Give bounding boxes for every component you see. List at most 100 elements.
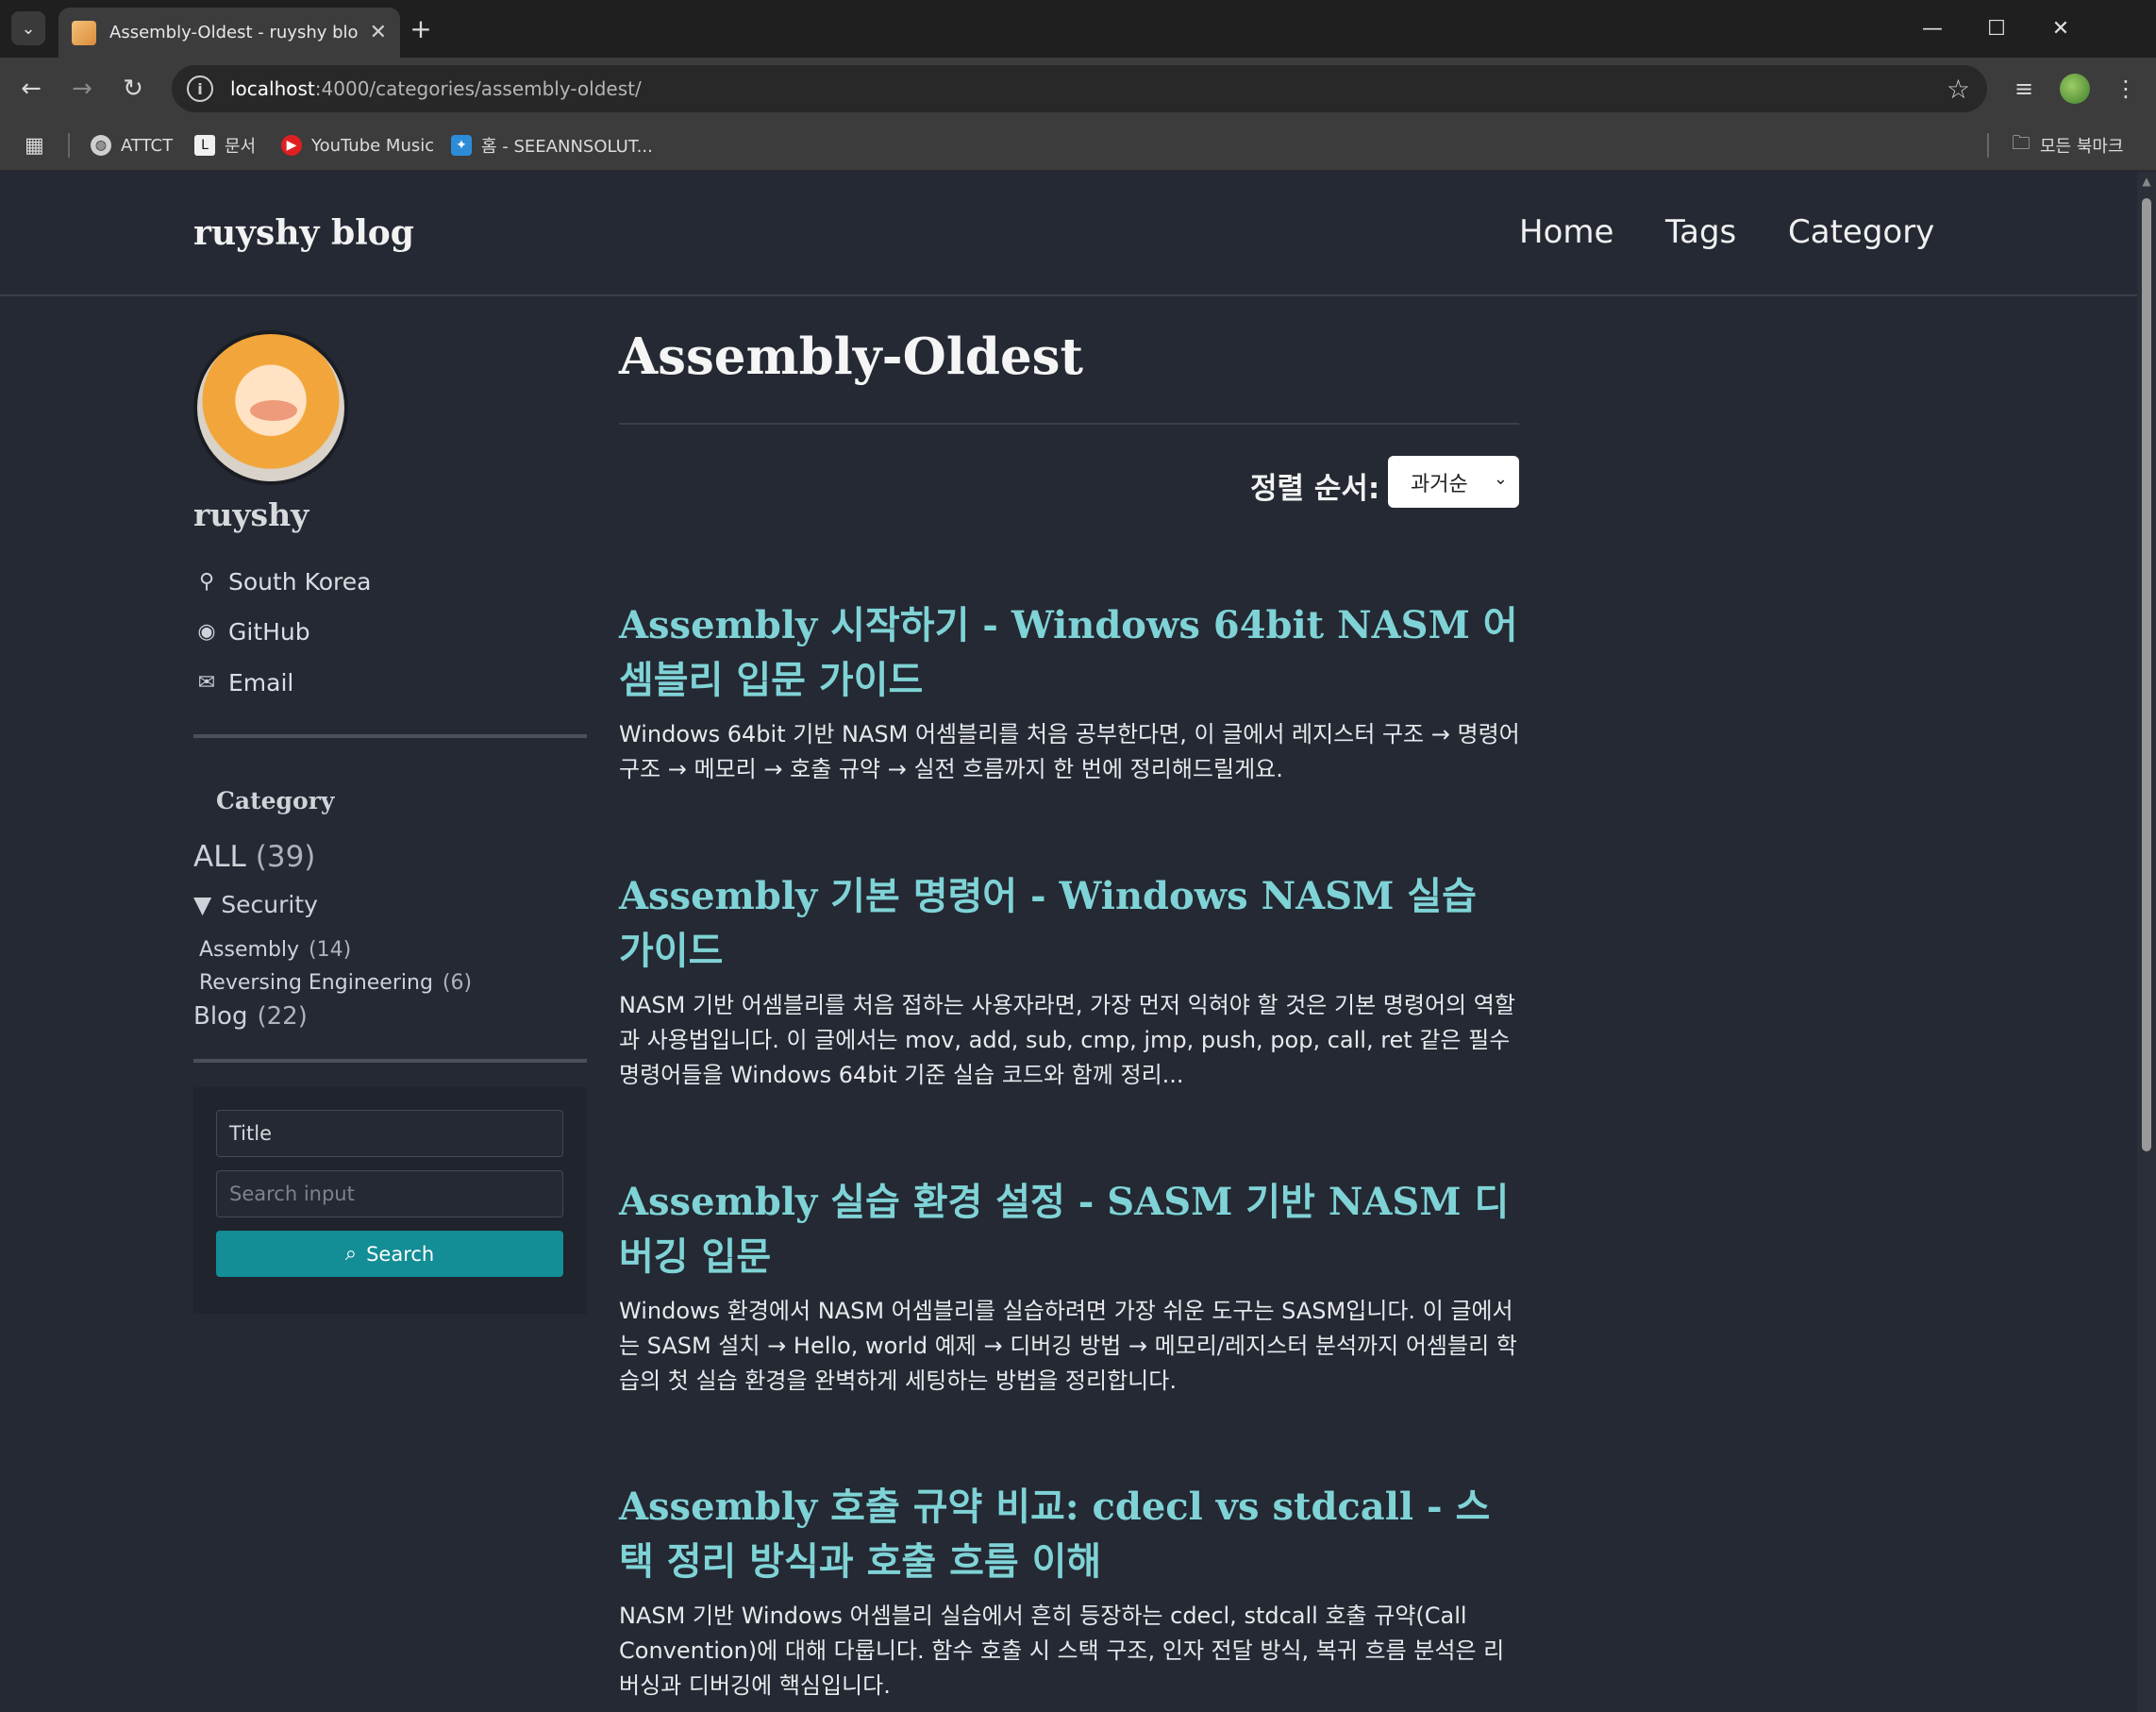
sidebar-divider <box>193 734 587 738</box>
browser-tab-bar: ⌄ Assembly-Oldest - ruyshy blog ✕ + ✕ ☐ … <box>0 0 2156 58</box>
close-window-button[interactable]: ✕ <box>2029 0 2093 58</box>
post-excerpt: Windows 64bit 기반 NASM 어셈블리를 처음 공부한다면, 이 … <box>619 721 1520 782</box>
category-label: Assembly <box>199 938 300 962</box>
author-location: ⚲ South Korea <box>196 568 372 596</box>
back-button[interactable]: ← <box>13 71 49 107</box>
browser-tab-active[interactable]: Assembly-Oldest - ruyshy blog ✕ <box>58 8 400 58</box>
author-github-text: GitHub <box>228 618 310 646</box>
globe-icon: ◍ <box>91 135 111 156</box>
author-email-link[interactable]: ✉ Email <box>196 669 294 697</box>
address-bar[interactable]: i localhost:4000/categories/assembly-old… <box>172 65 1987 112</box>
sidebar-divider <box>193 1059 587 1063</box>
forward-button[interactable]: → <box>64 71 100 107</box>
search-input[interactable]: Search input <box>216 1170 563 1217</box>
url-host: localhost <box>230 77 315 100</box>
post-item: Assembly 기본 명령어 - Windows NASM 실습 가이드 NA… <box>619 869 1523 1093</box>
bookmark-label: ATTCT <box>121 135 174 156</box>
author-location-text: South Korea <box>228 568 372 596</box>
maximize-window-button[interactable]: ☐ <box>1964 0 2029 58</box>
bookmark-docs[interactable]: L 문서 <box>194 131 256 159</box>
category-assembly-link[interactable]: Assembly (14) <box>199 938 351 962</box>
minimize-window-button[interactable]: — <box>1900 0 1964 58</box>
bookmark-label: 문서 <box>225 137 257 157</box>
bookmark-separator <box>1987 133 1989 158</box>
category-label: Reversing Engineering <box>199 971 433 995</box>
tab-title: Assembly-Oldest - ruyshy blog <box>109 23 359 42</box>
github-icon: ◉ <box>197 620 216 644</box>
post-title-link[interactable]: Assembly 기본 명령어 - Windows NASM 실습 가이드 <box>619 869 1523 979</box>
email-icon: ✉ <box>197 671 216 695</box>
category-security-toggle[interactable]: ▼ Security <box>193 891 318 918</box>
page-scrollbar[interactable]: ▲ <box>2137 172 2156 1712</box>
post-title-link[interactable]: Assembly 시작하기 - Windows 64bit NASM 어셈블리 … <box>619 598 1523 708</box>
post-item: Assembly 실습 환경 설정 - SASM 기반 NASM 디버깅 입문 … <box>619 1175 1523 1399</box>
folder-icon: 🗀 <box>2012 131 2031 154</box>
category-blog-link[interactable]: Blog (22) <box>193 1002 308 1031</box>
profile-button[interactable] <box>2057 71 2093 107</box>
post-excerpt: NASM 기반 Windows 어셈블리 실습에서 흔히 등장하는 cdecl,… <box>619 1603 1505 1699</box>
nav-category[interactable]: Category <box>1788 213 1934 251</box>
title-divider <box>619 423 1519 425</box>
bookmark-separator <box>68 133 70 158</box>
url-path: :4000/categories/assembly-oldest/ <box>314 77 642 100</box>
category-label: ALL <box>193 840 246 874</box>
scroll-thumb[interactable] <box>2142 198 2151 1151</box>
chevron-down-icon: ⌄ <box>21 18 36 39</box>
triangle-down-icon: ▼ <box>193 891 212 918</box>
favicon-icon <box>72 20 96 45</box>
media-control-icon[interactable]: ≡ <box>2006 71 2042 107</box>
category-label: Security <box>221 891 318 918</box>
scroll-up-arrow-icon[interactable]: ▲ <box>2141 176 2152 187</box>
category-heading: Category <box>216 787 335 814</box>
page-content: ruyshy blog Home Tags Category ruyshy ⚲ S… <box>0 172 2137 1712</box>
search-button-label: Search <box>366 1242 435 1266</box>
chevron-down-icon: ⌄ <box>1493 469 1508 489</box>
sort-order-value: 과거순 <box>1411 472 1468 496</box>
reload-button[interactable]: ↻ <box>115 71 151 107</box>
category-reversing-link[interactable]: Reversing Engineering (6) <box>199 971 472 995</box>
author-avatar <box>193 330 348 485</box>
close-tab-icon[interactable]: ✕ <box>370 21 387 44</box>
arrow-right-icon: → <box>72 75 92 103</box>
search-button[interactable]: ⌕ Search <box>216 1231 563 1277</box>
bookmark-seeannsolution[interactable]: ✦ 홈 - SEEANNSOLUT... <box>451 131 653 159</box>
bookmarks-bar: ▦ ◍ ATTCT L 문서 ▶ YouTube Music ✦ 홈 - SEEANNS… <box>0 120 2156 171</box>
bookmark-youtube-music[interactable]: ▶ YouTube Music <box>281 131 434 159</box>
category-count: (22) <box>257 1002 308 1031</box>
category-label: Blog <box>193 1002 248 1031</box>
author-github-link[interactable]: ◉ GitHub <box>196 618 310 646</box>
author-email-text: Email <box>228 669 294 697</box>
more-menu-icon[interactable]: ⋮ <box>2108 71 2144 107</box>
post-title-link[interactable]: Assembly 호출 규약 비교: cdecl vs stdcall - 스택… <box>619 1480 1523 1589</box>
post-item: Assembly 호출 규약 비교: cdecl vs stdcall - 스택… <box>619 1480 1523 1704</box>
all-bookmarks-label: 모든 북마크 <box>2040 137 2124 157</box>
apps-grid-icon[interactable]: ▦ <box>25 131 44 159</box>
sort-order-select[interactable]: 과거순 ⌄ <box>1388 456 1519 508</box>
bookmark-label: 홈 - SEEANNSOLUT... <box>481 137 653 157</box>
post-title-link[interactable]: Assembly 실습 환경 설정 - SASM 기반 NASM 디버깅 입문 <box>619 1175 1523 1284</box>
bookmark-label: YouTube Music <box>311 135 435 156</box>
new-tab-button[interactable]: + <box>404 11 438 45</box>
post-item: Assembly 시작하기 - Windows 64bit NASM 어셈블리 … <box>619 598 1523 787</box>
docs-icon: L <box>194 135 215 156</box>
tab-search-button[interactable]: ⌄ <box>11 11 45 45</box>
map-pin-icon: ⚲ <box>198 570 215 594</box>
bookmark-attct[interactable]: ◍ ATTCT <box>91 131 173 159</box>
search-type-select[interactable]: Title <box>216 1110 563 1157</box>
site-header: ruyshy blog Home Tags Category <box>0 172 2137 296</box>
browser-toolbar: ← → ↻ i localhost:4000/categories/assemb… <box>0 58 2156 120</box>
profile-avatar-icon <box>2060 74 2090 104</box>
sort-label: 정렬 순서: <box>1250 472 1380 506</box>
post-excerpt: NASM 기반 어셈블리를 처음 접하는 사용자라면, 가장 먼저 익혀야 할 … <box>619 992 1515 1088</box>
site-title-link[interactable]: ruyshy blog <box>193 213 414 253</box>
category-count: (14) <box>309 938 352 962</box>
category-all-link[interactable]: ALL (39) <box>193 840 315 874</box>
bookmark-star-icon[interactable]: ☆ <box>1947 74 1970 105</box>
all-bookmarks-button[interactable]: 🗀 모든 북마크 <box>2012 131 2124 159</box>
youtube-music-icon: ▶ <box>281 135 302 156</box>
nav-tags[interactable]: Tags <box>1665 213 1736 251</box>
site-info-icon[interactable]: i <box>187 76 213 102</box>
nav-home[interactable]: Home <box>1519 213 1613 251</box>
category-count: (39) <box>255 840 316 874</box>
seeann-icon: ✦ <box>451 135 472 156</box>
